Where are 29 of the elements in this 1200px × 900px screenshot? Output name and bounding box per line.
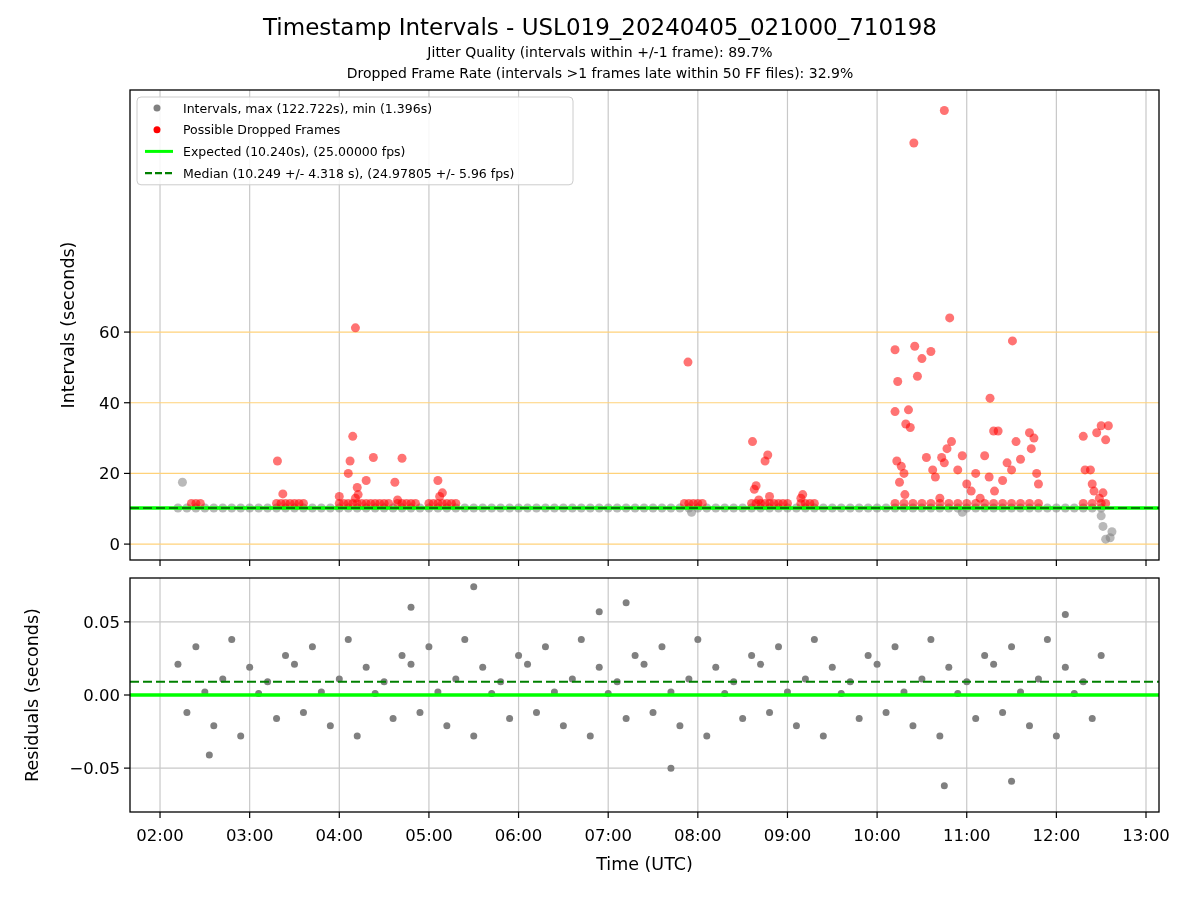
tick-label: 02:00	[136, 826, 184, 845]
axis-label: Intervals (seconds)	[58, 241, 78, 409]
legend-label: Intervals, max (122.722s), min (1.396s)	[183, 100, 433, 116]
tick-label: 03:00	[225, 826, 274, 845]
figure-title: Timestamp Intervals - USL019_20240405_021000_710198	[263, 13, 937, 42]
tick-label: 11:00	[942, 826, 991, 845]
tick-label: −0.05	[69, 759, 120, 779]
legend-label: Possible Dropped Frames	[183, 122, 341, 138]
legend-label: Expected (10.240s), (25.00000 fps)	[183, 143, 406, 159]
figure-subtitle: Dropped Frame Rate (intervals >1 frames late within 50 FF files): 32.9%	[346, 64, 854, 83]
axis-label: Time (UTC)	[596, 854, 693, 874]
tick-label: 05:00	[405, 826, 453, 845]
tick-label: 40	[99, 393, 120, 413]
tick-label: 07:00	[584, 826, 632, 845]
tick-label: 0	[109, 535, 120, 555]
tick-label: 04:00	[315, 826, 364, 845]
tick-label: 0.00	[83, 686, 120, 705]
tick-label: 60	[99, 323, 120, 343]
tick-label: 0.05	[83, 612, 120, 632]
tick-label: 10:00	[853, 826, 901, 845]
axis-label: Residuals (seconds)	[22, 608, 42, 782]
legend-label: Median (10.249 +/- 4.318 s), (24.97805 +/- 5.96 fps)	[183, 165, 515, 181]
tick-label: 09:00	[763, 826, 812, 845]
tick-label: 08:00	[674, 826, 722, 845]
tick-label: 20	[99, 464, 120, 484]
tick-label: 12:00	[1032, 826, 1081, 845]
tick-label: 06:00	[494, 826, 543, 845]
tick-label: 13:00	[1122, 826, 1170, 845]
figure-subtitle: Jitter Quality (intervals within +/-1 frame): 89.7%	[427, 43, 773, 62]
